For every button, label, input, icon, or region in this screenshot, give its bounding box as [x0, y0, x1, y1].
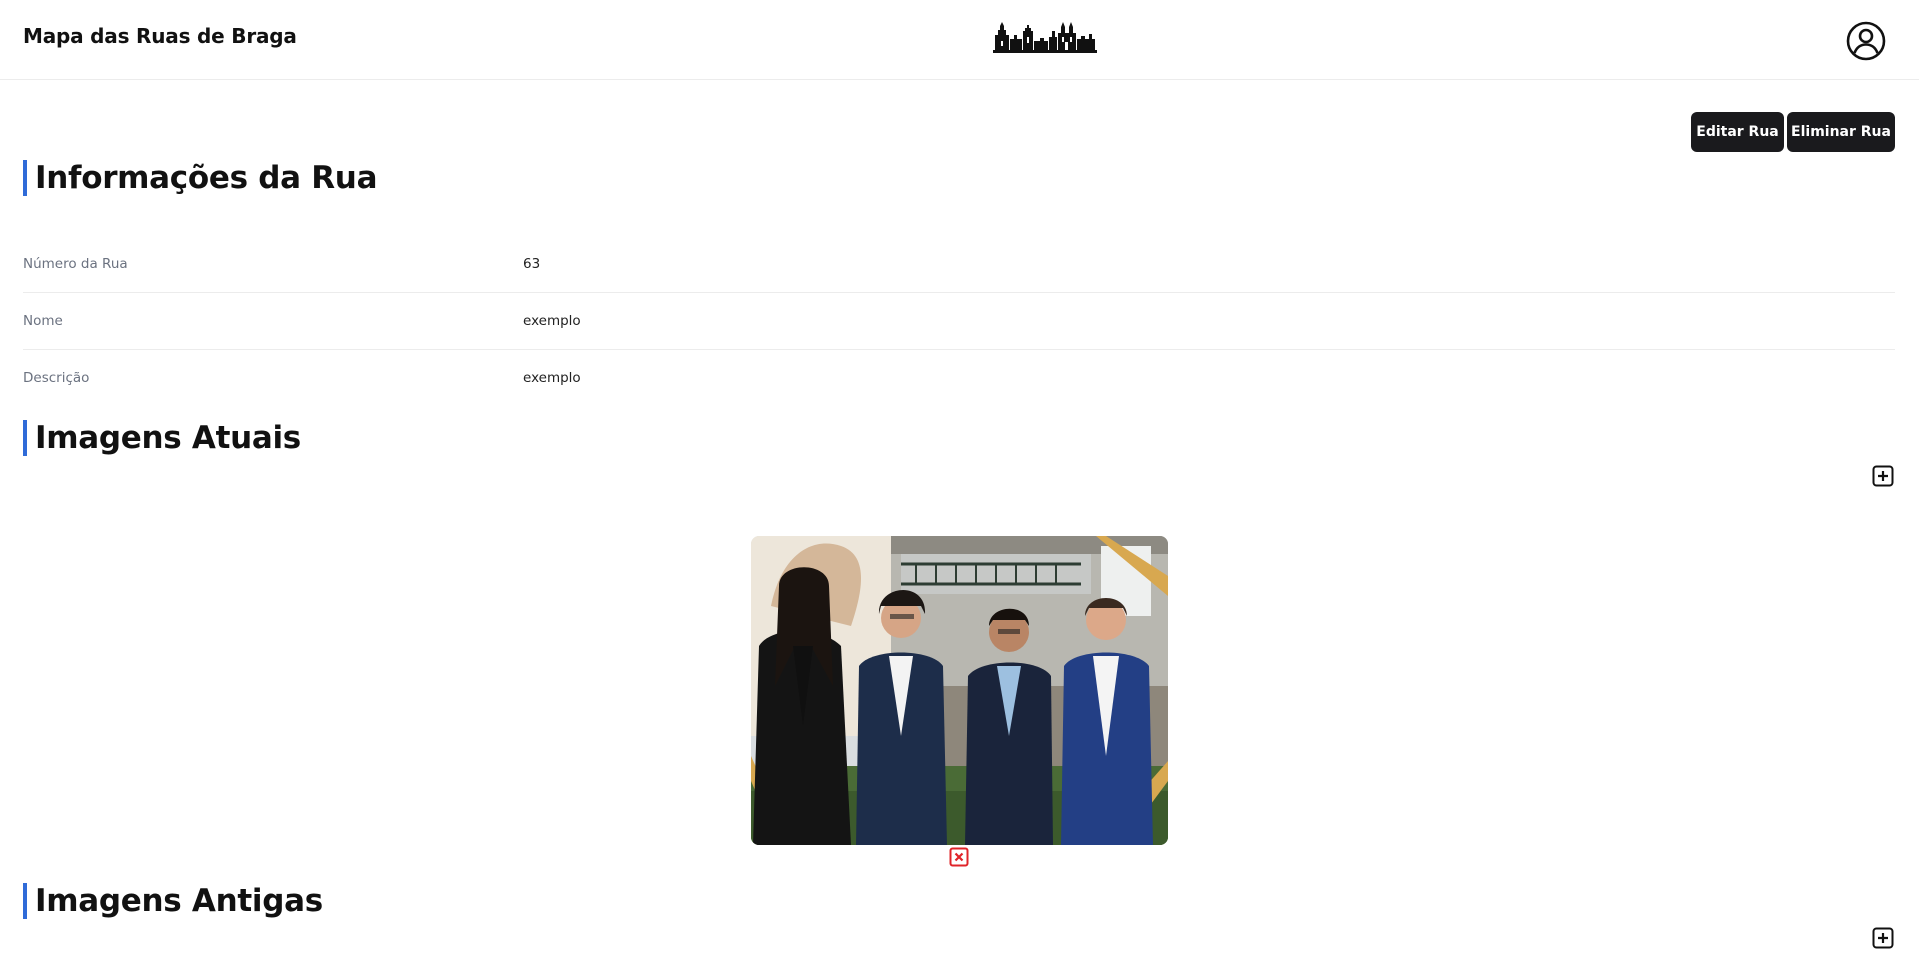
add-image-icon[interactable] [1872, 465, 1894, 487]
old-images-heading: Imagens Antigas [23, 883, 323, 919]
info-label: Nome [23, 313, 63, 329]
user-circle-icon[interactable] [1845, 20, 1887, 62]
edit-street-button[interactable]: Editar Rua [1691, 112, 1784, 152]
info-row-description: Descrição exemplo [23, 350, 1895, 407]
street-info-heading: Informações da Rua [23, 160, 378, 196]
add-image-icon[interactable] [1872, 927, 1894, 949]
top-navbar: Mapa das Ruas de Braga [0, 0, 1919, 80]
info-label: Número da Rua [23, 256, 128, 272]
info-row-number: Número da Rua 63 [23, 236, 1895, 293]
info-value: exemplo [523, 370, 581, 386]
street-photo [751, 536, 1168, 845]
info-row-name: Nome exemplo [23, 293, 1895, 350]
braga-skyline-logo[interactable] [993, 17, 1097, 55]
info-label: Descrição [23, 370, 90, 386]
close-icon[interactable] [949, 847, 969, 867]
app-title[interactable]: Mapa das Ruas de Braga [23, 24, 297, 48]
info-value: exemplo [523, 313, 581, 329]
info-value: 63 [523, 256, 541, 272]
current-images-heading: Imagens Atuais [23, 420, 301, 456]
delete-street-button[interactable]: Eliminar Rua [1787, 112, 1895, 152]
